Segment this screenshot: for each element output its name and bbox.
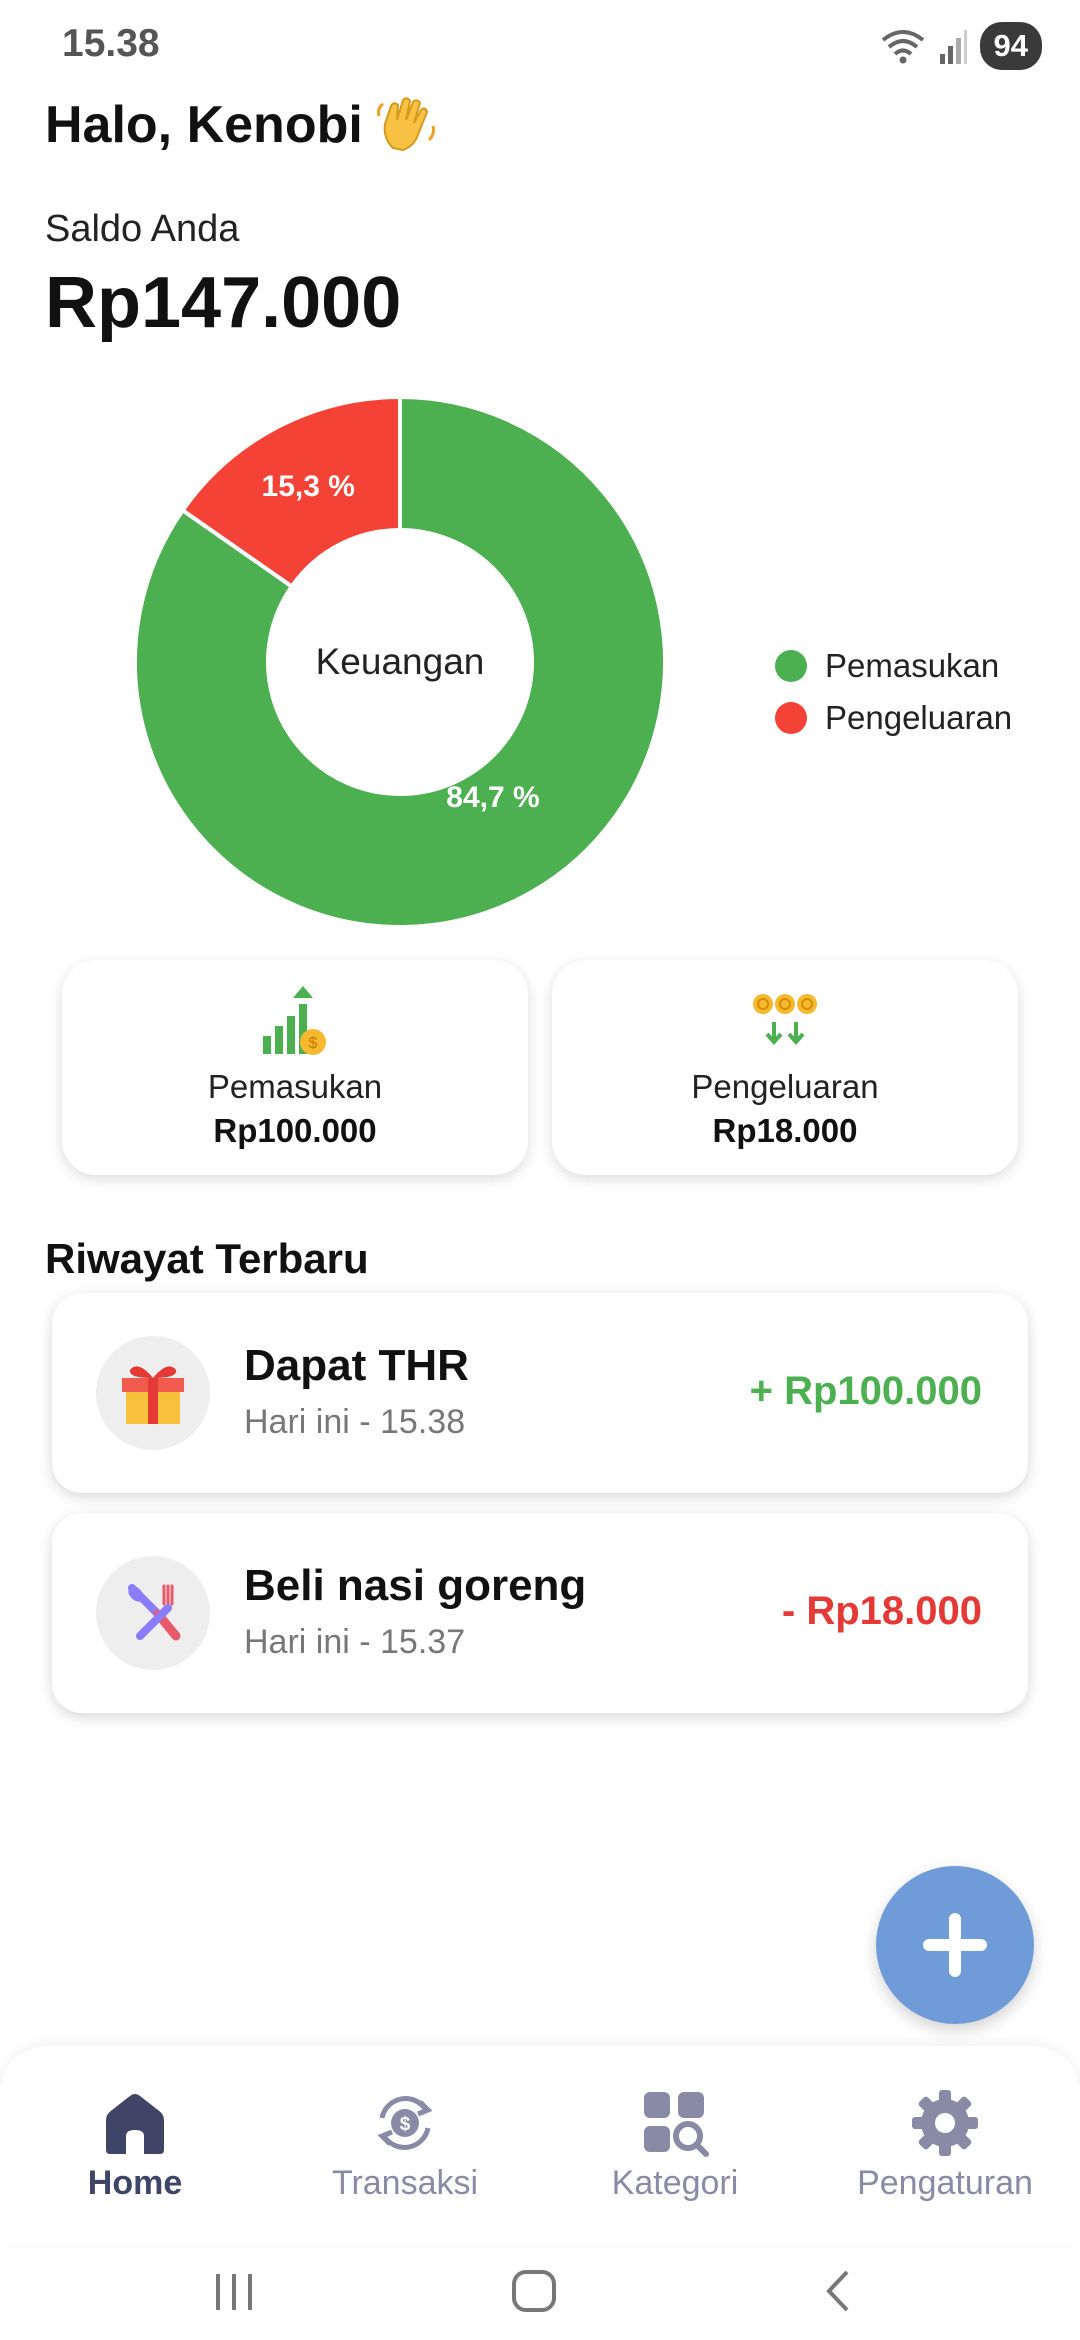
income-chart-icon: $: [263, 986, 326, 1055]
transaction-row[interactable]: Dapat THR Hari ini - 15.38 + Rp100.000: [52, 1293, 1028, 1493]
home-icon: [106, 2094, 164, 2154]
settings-icon: [912, 2090, 978, 2156]
nav-home[interactable]: Home: [0, 2068, 270, 2218]
svg-text:$: $: [309, 1035, 318, 1052]
greeting: Halo, Kenobi: [45, 94, 437, 156]
chart-center-label: Keuangan: [316, 641, 485, 682]
donut-label-expense: 15,3 %: [262, 470, 355, 503]
transaction-amount: - Rp18.000: [781, 1589, 982, 1633]
income-summary-card[interactable]: $ Pemasukan Rp100.000: [62, 960, 528, 1175]
greeting-text: Halo, Kenobi: [45, 96, 363, 154]
income-summary-value: Rp100.000: [213, 1112, 377, 1149]
category-icon: [644, 2092, 709, 2157]
svg-text:$: $: [400, 2114, 411, 2135]
transaction-row[interactable]: Beli nasi goreng Hari ini - 15.37 - Rp18…: [52, 1513, 1028, 1713]
add-transaction-button[interactable]: [876, 1866, 1034, 2024]
waving-hand-icon: [376, 97, 435, 152]
status-icons: 94: [880, 22, 1042, 70]
transaction-title: Beli nasi goreng: [244, 1561, 587, 1610]
transaction-time: Hari ini - 15.38: [244, 1403, 466, 1441]
recent-section-title: Riwayat Terbaru: [45, 1235, 369, 1282]
transaction-icon: $: [377, 2096, 433, 2150]
nav-pengaturan-label: Pengaturan: [857, 2164, 1033, 2202]
transaction-avatar: [96, 1556, 210, 1670]
bottom-navigation: Home $ Transaksi Kategori Pengaturan: [0, 2046, 1080, 2246]
transaction-amount: + Rp100.000: [749, 1369, 982, 1413]
legend-item-income: Pemasukan: [775, 640, 1012, 692]
expense-summary-label: Pengeluaran: [691, 1068, 879, 1105]
status-time: 15.38: [62, 22, 160, 65]
wifi-icon: [881, 30, 924, 64]
legend-item-expense: Pengeluaran: [775, 692, 1012, 744]
status-bar: 15.38 94: [0, 0, 1080, 90]
legend-dot-income: [775, 650, 807, 682]
battery-indicator: 94: [979, 22, 1042, 70]
nav-pengaturan[interactable]: Pengaturan: [810, 2068, 1080, 2218]
legend-label-expense: Pengeluaran: [825, 699, 1013, 736]
transaction-avatar: [96, 1336, 210, 1450]
legend-dot-expense: [775, 702, 807, 734]
chart-legend: Pemasukan Pengeluaran: [775, 640, 1012, 744]
donut-label-income: 84,7 %: [446, 781, 539, 814]
back-icon[interactable]: [815, 2266, 865, 2316]
nav-transaksi[interactable]: $ Transaksi: [270, 2068, 540, 2218]
system-navigation-bar: [0, 2246, 1080, 2340]
expense-summary-value: Rp18.000: [712, 1112, 858, 1149]
expense-summary-card[interactable]: Pengeluaran Rp18.000: [552, 960, 1018, 1175]
transaction-time: Hari ini - 15.37: [244, 1623, 466, 1661]
legend-label-income: Pemasukan: [825, 647, 1000, 684]
balance-value: Rp147.000: [45, 263, 402, 343]
income-summary-label: Pemasukan: [207, 1068, 383, 1105]
nav-kategori-label: Kategori: [611, 2164, 739, 2202]
nav-kategori[interactable]: Kategori: [540, 2068, 810, 2218]
nav-transaksi-label: Transaksi: [331, 2164, 479, 2202]
plus-icon: [923, 1913, 987, 1977]
finance-donut-chart: 84,7 % 15,3 % Keuangan: [133, 394, 667, 929]
nav-home-label: Home: [87, 2164, 183, 2202]
gift-icon: [122, 1366, 184, 1424]
recent-apps-icon[interactable]: [210, 2266, 260, 2316]
signal-icon: [939, 30, 967, 64]
expense-coins-icon: [753, 994, 817, 1046]
balance-label: Saldo Anda: [45, 208, 240, 250]
food-icon: [128, 1584, 181, 1641]
transaction-title: Dapat THR: [244, 1341, 469, 1390]
home-button-icon[interactable]: [510, 2266, 560, 2316]
